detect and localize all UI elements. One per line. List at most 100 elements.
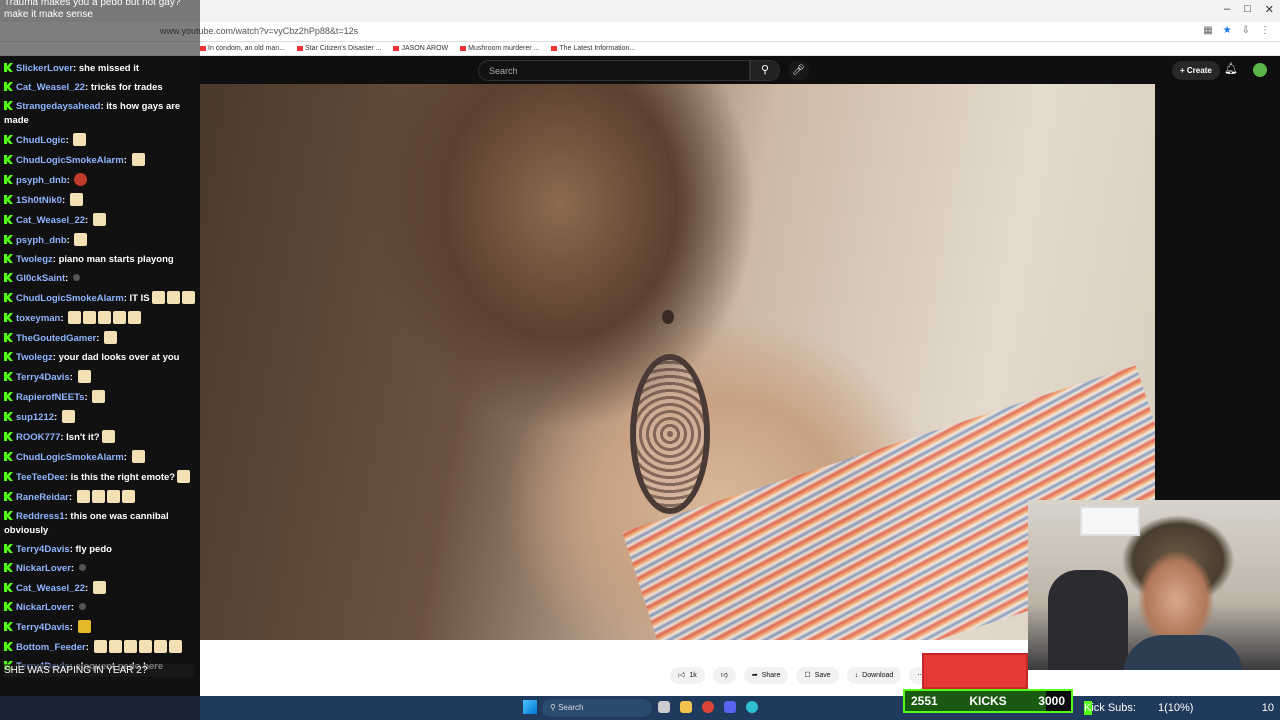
chat-username[interactable]: ChudLogicSmokeAlarm bbox=[16, 293, 124, 304]
chat-username[interactable]: Twolegz bbox=[16, 352, 53, 363]
chat-emote-icon bbox=[104, 331, 118, 344]
chat-username[interactable]: TheGoutedGamer bbox=[16, 333, 96, 344]
channel-thumbnail[interactable] bbox=[922, 653, 1028, 689]
chat-emote-icon bbox=[106, 490, 120, 503]
chat-username[interactable]: RaneReidar bbox=[16, 492, 69, 503]
bookmark-star-icon[interactable]: ★ bbox=[1223, 25, 1232, 36]
video-player[interactable] bbox=[200, 84, 1155, 640]
chat-separator: : bbox=[123, 452, 130, 463]
bookmark-favicon-icon bbox=[297, 45, 304, 51]
tips-value: $0(0%) bbox=[1158, 682, 1194, 694]
chat-username[interactable]: ChudLogicSmokeAlarm bbox=[16, 155, 124, 166]
menu-icon[interactable]: ⋮ bbox=[1260, 25, 1270, 36]
windows-start-icon[interactable] bbox=[523, 700, 537, 714]
chat-separator: : bbox=[68, 492, 75, 503]
chat-username[interactable]: Gl0ckSaint bbox=[16, 273, 65, 284]
download-button[interactable]: ↓ Download bbox=[846, 667, 902, 684]
chat-message: ChudLogicSmokeAlarm: bbox=[4, 450, 200, 465]
dislike-button[interactable]: 👎︎ bbox=[712, 667, 736, 684]
task-view-icon[interactable] bbox=[658, 701, 670, 713]
close-icon[interactable]: ✕ bbox=[1265, 3, 1274, 16]
create-label: Create bbox=[1186, 66, 1212, 75]
stream-goals-widget: Tips: $0(0%) $30 Kick Subs: 1(10%) 10 bbox=[1078, 678, 1280, 720]
chat-username[interactable]: Terry4Davis bbox=[16, 622, 70, 633]
chat-message: TheGoutedGamer: bbox=[4, 331, 200, 346]
chat-username[interactable]: TeeTeeDee bbox=[16, 472, 65, 483]
chat-username[interactable]: psyph_dnb bbox=[16, 235, 67, 246]
chat-username[interactable]: NickarLover bbox=[16, 563, 71, 574]
chat-username[interactable]: Reddress1 bbox=[16, 511, 65, 522]
chat-text: Isn't it? bbox=[66, 432, 100, 443]
chat-username[interactable]: Bottom_Feeder bbox=[16, 642, 86, 653]
chat-username[interactable]: 1Sh0tNik0 bbox=[16, 195, 62, 206]
subs-row: Kick Subs: 1(10%) 10 bbox=[1084, 699, 1280, 717]
save-button[interactable]: ☐ Save bbox=[796, 667, 839, 684]
minimize-icon[interactable]: – bbox=[1224, 3, 1230, 16]
chat-emote-icon bbox=[69, 193, 83, 206]
chat-username[interactable]: RapierofNEETs bbox=[16, 392, 84, 403]
chat-message: Cat_Weasel_22: tricks for trades bbox=[4, 81, 200, 95]
like-button[interactable]: 👍︎ 1k bbox=[670, 667, 705, 684]
voice-search-button[interactable]: 🎤︎ bbox=[788, 60, 809, 81]
kick-badge-icon bbox=[4, 333, 13, 342]
share-icon: ➦ bbox=[751, 672, 758, 679]
chat-username[interactable]: Cat_Weasel_22 bbox=[16, 215, 85, 226]
discord-icon[interactable] bbox=[724, 701, 736, 713]
bookmark-item[interactable]: In condom, an old man... bbox=[200, 45, 285, 52]
thumbs-down-icon: 👎︎ bbox=[720, 672, 728, 679]
bookmark-item[interactable]: Mushroom murderer ... bbox=[460, 45, 539, 52]
chat-username[interactable]: psyph_dnb bbox=[16, 175, 67, 186]
extension-icon[interactable]: ▦ bbox=[1203, 25, 1212, 36]
chat-separator: : bbox=[85, 583, 91, 594]
kick-badge-icon bbox=[4, 511, 13, 520]
chat-username[interactable]: Terry4Davis bbox=[16, 372, 70, 383]
chat-username[interactable]: Cat_Weasel_22 bbox=[16, 82, 85, 93]
search-input[interactable]: Search bbox=[478, 60, 750, 81]
chat-message: psyph_dnb: bbox=[4, 173, 200, 188]
chat-emote-icon bbox=[73, 133, 87, 146]
bookmark-item[interactable]: JASON AROW bbox=[393, 45, 448, 52]
chrome-icon[interactable] bbox=[702, 701, 714, 713]
chat-username[interactable]: NickarLover bbox=[16, 602, 71, 613]
chat-username[interactable]: toxeyman bbox=[16, 313, 60, 324]
chat-username[interactable]: SlickerLover bbox=[16, 63, 73, 74]
bookmark-item[interactable]: Star Citizen's Disaster ... bbox=[297, 45, 381, 52]
chat-message: Twolegz: piano man starts playong bbox=[4, 253, 200, 267]
tips-row: Tips: $0(0%) $30 bbox=[1084, 679, 1280, 697]
window-controls: – □ ✕ bbox=[1224, 3, 1274, 16]
chat-username[interactable]: Terry4Davis bbox=[16, 544, 70, 555]
chat-separator: : bbox=[96, 333, 103, 344]
share-button[interactable]: ➦ Share bbox=[743, 667, 789, 684]
chat-separator: : bbox=[70, 563, 77, 574]
chat-username[interactable]: ROOK777 bbox=[16, 432, 60, 443]
chat-username[interactable]: Cat_Weasel_22 bbox=[16, 583, 85, 594]
kick-badge-icon bbox=[4, 472, 13, 481]
address-bar-icons: ▦ ★ ⇩ ⋮ bbox=[1203, 25, 1270, 36]
chat-text: she missed it bbox=[78, 63, 140, 74]
chat-separator: : bbox=[70, 602, 77, 613]
search-icon: ⚲ bbox=[760, 64, 770, 76]
maximize-icon[interactable]: □ bbox=[1244, 3, 1251, 16]
chat-emote-icon bbox=[76, 490, 90, 503]
chat-username[interactable]: ChudLogic bbox=[16, 135, 66, 146]
create-button[interactable]: + Create bbox=[1172, 61, 1220, 80]
chat-username[interactable]: ChudLogicSmokeAlarm bbox=[16, 452, 124, 463]
chat-message: SlickerLover: she missed it bbox=[4, 62, 200, 76]
file-explorer-icon[interactable] bbox=[680, 701, 692, 713]
download-icon[interactable]: ⇩ bbox=[1242, 25, 1250, 36]
chat-message: Terry4Davis: fly pedo bbox=[4, 543, 200, 557]
edge-icon[interactable] bbox=[746, 701, 758, 713]
kick-badge-icon bbox=[4, 155, 13, 164]
chat-username[interactable]: sup1212 bbox=[16, 412, 54, 423]
kick-badge-icon bbox=[4, 372, 13, 381]
tips-label: Tips: bbox=[1084, 682, 1108, 694]
taskbar-search[interactable]: ⚲ Search bbox=[542, 699, 652, 717]
notifications-bell-icon[interactable]: 🔔︎ bbox=[1224, 62, 1238, 75]
search-button[interactable]: ⚲ bbox=[750, 60, 780, 81]
chat-emote-icon bbox=[77, 620, 91, 633]
chat-top-message: Trauma makes you a pedo but not gay? mak… bbox=[4, 0, 181, 20]
chat-username[interactable]: Twolegz bbox=[16, 254, 53, 265]
bookmark-item[interactable]: The Latest Information... bbox=[551, 45, 635, 52]
avatar[interactable] bbox=[1253, 63, 1267, 77]
chat-username[interactable]: Strangedaysahead bbox=[16, 101, 100, 112]
